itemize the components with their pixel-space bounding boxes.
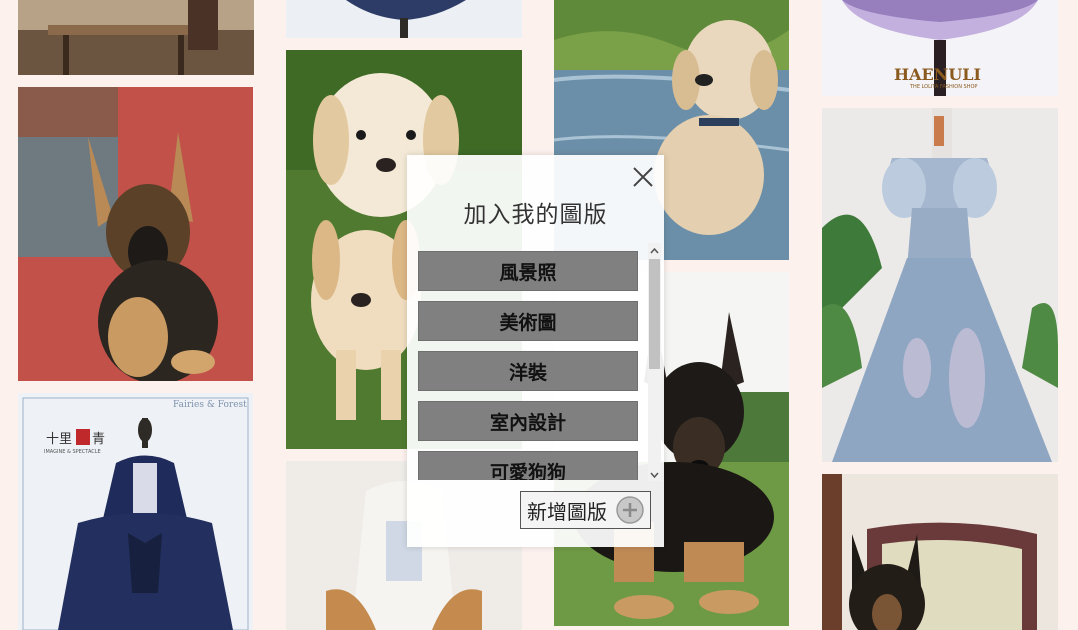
svg-text:Fairies & Forest: Fairies & Forest xyxy=(173,400,247,410)
photo-lolita-umbrella-dress[interactable]: HAENULI THE LOLITA FASHION SHOP xyxy=(822,0,1058,96)
photo-shepherd-armchair[interactable] xyxy=(822,474,1058,630)
add-to-board-dialog: 加入我的圖版 風景照 美術圖 洋裝 室內設計 可愛狗狗 新增圖版 xyxy=(407,155,664,547)
scrollbar-thumb[interactable] xyxy=(649,259,660,369)
photo-german-shepherd-puppy[interactable] xyxy=(18,87,253,381)
svg-text:十里: 十里 xyxy=(46,432,72,447)
photo-dress-top[interactable] xyxy=(286,0,522,38)
add-board-button[interactable]: 新增圖版 xyxy=(520,491,651,529)
scroll-up-icon[interactable] xyxy=(648,243,661,257)
svg-text:青: 青 xyxy=(92,432,105,447)
board-item-cute-dogs[interactable]: 可愛狗狗 xyxy=(418,451,638,480)
dialog-title: 加入我的圖版 xyxy=(463,202,608,228)
plus-circle-icon xyxy=(616,496,644,524)
scroll-down-icon[interactable] xyxy=(648,467,661,481)
add-board-label: 新增圖版 xyxy=(527,499,607,524)
board-item-art[interactable]: 美術圖 xyxy=(418,301,638,341)
board-item-interior-design[interactable]: 室內設計 xyxy=(418,401,638,441)
svg-text:HAENULI: HAENULI xyxy=(894,65,981,84)
board-item-landscape[interactable]: 風景照 xyxy=(418,251,638,291)
close-icon[interactable] xyxy=(631,165,655,189)
photo-dining-table[interactable] xyxy=(18,0,254,75)
photo-blue-ball-gown[interactable] xyxy=(822,108,1058,462)
board-list-scrollbar[interactable] xyxy=(648,243,661,481)
svg-text:IMAGINE & SPECTACLE: IMAGINE & SPECTACLE xyxy=(44,449,101,455)
board-item-dresses[interactable]: 洋裝 xyxy=(418,351,638,391)
photo-lolita-dress-fairies-forest[interactable]: Fairies & Forest 十里 青 IMAGINE & SPECTACL… xyxy=(18,393,253,630)
svg-text:THE LOLITA FASHION SHOP: THE LOLITA FASHION SHOP xyxy=(909,84,977,90)
board-list: 風景照 美術圖 洋裝 室內設計 可愛狗狗 xyxy=(418,251,638,480)
